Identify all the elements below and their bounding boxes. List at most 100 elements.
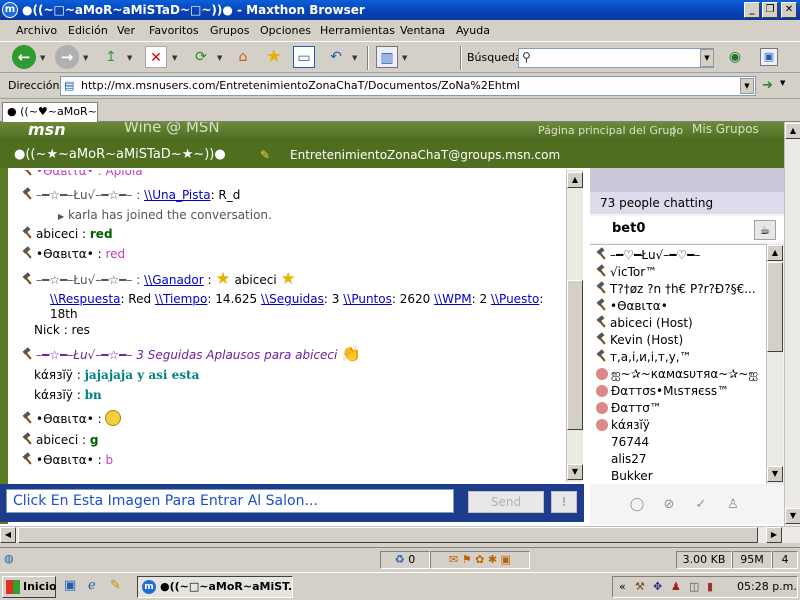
winner-link[interactable]: \\Ganador (144, 273, 204, 287)
scroll-up-icon[interactable]: ▲ (567, 172, 583, 188)
clock[interactable]: 05:28 p.m. (737, 577, 797, 597)
send-button[interactable]: Send (468, 491, 544, 513)
minimize-button[interactable]: _ (744, 2, 760, 18)
menu-herramientas[interactable]: Herramientas (320, 20, 395, 41)
user-list-item[interactable]: т,а,і,и,і,т,у,™ (596, 349, 764, 366)
scroll-down-icon[interactable]: ▼ (567, 464, 583, 480)
user-list-item[interactable]: kάязĭÿ (596, 417, 764, 434)
user-list-item[interactable]: √icTor™ (596, 264, 764, 281)
menu-favoritos[interactable]: Favoritos (149, 20, 199, 41)
shield-icon[interactable]: ▮ (707, 577, 713, 597)
user-list-item[interactable]: Bukker (596, 468, 764, 484)
address-go-icon[interactable]: ➜ (762, 78, 773, 93)
tray-expand-icon[interactable]: « (619, 577, 626, 597)
menu-grupos[interactable]: Grupos (210, 20, 249, 41)
scroll-thumb[interactable] (767, 262, 783, 352)
person-icon[interactable]: ♙ (724, 496, 742, 514)
scroll-up-icon[interactable]: ▲ (767, 245, 783, 261)
up-dropdown-icon[interactable]: ▼ (127, 54, 132, 62)
messenger-icon[interactable]: ♟ (671, 577, 681, 597)
my-groups-link[interactable]: Mis Grupos (692, 122, 759, 136)
scroll-down-icon[interactable]: ▼ (767, 466, 783, 482)
time-link[interactable]: \\Tiempo (155, 292, 207, 306)
scroll-thumb[interactable] (18, 527, 758, 543)
user-list-item[interactable]: Kevin (Host) (596, 332, 764, 349)
scroll-down-icon[interactable]: ▼ (785, 508, 800, 524)
search-dropdown-icon[interactable]: ▼ (700, 49, 714, 67)
show-desktop-icon[interactable]: ▣ (64, 578, 76, 593)
tools-dropdown-icon[interactable]: ▼ (402, 54, 407, 62)
go-dropdown-icon[interactable]: ▼ (780, 79, 785, 87)
user-list-item[interactable]: T?†øz ?n †h€ P?r?Ð?§€... (596, 281, 764, 298)
user-list-item[interactable]: abiceci (Host) (596, 315, 764, 332)
tab-amor-amistad[interactable]: ● ((~♥~aMoR~a... (2, 102, 98, 122)
hint-link[interactable]: \\Una_Pista (144, 188, 210, 202)
user-list-item[interactable]: 76744 (596, 434, 764, 451)
maximize-button[interactable]: ❐ (762, 2, 778, 18)
group-email[interactable]: EntretenimientoZonaChaT@groups.msn.com (290, 142, 560, 168)
start-button[interactable]: Inicio (2, 576, 57, 598)
menu-archivo[interactable]: Archivo (16, 20, 57, 41)
refresh-icon[interactable]: ⟳ (190, 46, 212, 68)
close-button[interactable]: ✕ (781, 2, 797, 18)
user-list-item[interactable]: alis27 (596, 451, 764, 468)
group-home-link[interactable]: Página principal del Grupo (538, 124, 683, 137)
menu-ver[interactable]: Ver (117, 20, 135, 41)
address-dropdown-icon[interactable]: ▼ (740, 78, 754, 94)
back-dropdown-icon[interactable]: ▼ (40, 54, 45, 62)
menu-edicion[interactable]: Edición (68, 20, 108, 41)
favorites-star-icon[interactable]: ★ (263, 46, 285, 68)
ie-icon[interactable]: ℯ (88, 578, 96, 593)
forward-icon[interactable]: → (55, 45, 79, 69)
chat-scrollbar[interactable]: ▲ ▼ (566, 170, 583, 482)
page-horizontal-scrollbar[interactable]: ◀ ▶ (0, 526, 800, 543)
rank-link[interactable]: \\Puesto (491, 292, 539, 306)
user-name: Ðαттσ™ (611, 401, 662, 415)
alert-button[interactable]: ! (551, 491, 577, 513)
block-icon[interactable]: ⊘ (660, 496, 678, 514)
user-list-item[interactable]: Ðαттσѕ•Mιѕтяєѕѕ™ (596, 383, 764, 400)
search-input[interactable] (518, 48, 714, 68)
undo-dropdown-icon[interactable]: ▼ (352, 54, 357, 62)
stop-dropdown-icon[interactable]: ▼ (172, 54, 177, 62)
address-input[interactable]: http://mx.msnusers.com/EntretenimientoZo… (60, 76, 756, 96)
scroll-up-icon[interactable]: ▲ (785, 123, 800, 139)
user-list-item[interactable]: –━♡━Łu√–━♡━– (596, 247, 764, 264)
scroll-thumb[interactable] (567, 280, 583, 430)
network-icon[interactable]: ✥ (653, 577, 662, 597)
page-vertical-scrollbar[interactable]: ▲ ▼ (784, 122, 800, 526)
user-list-item[interactable]: •ϴαвιτα• (596, 298, 764, 315)
menu-opciones[interactable]: Opciones (260, 20, 311, 41)
up-folder-icon[interactable]: ↥ (100, 46, 122, 68)
scroll-left-icon[interactable]: ◀ (0, 527, 16, 543)
cup-icon[interactable]: ☕ (754, 220, 776, 240)
user-list-item[interactable]: ஐ~✰~кαмαѕυтяα~✰~ஐ (596, 366, 764, 383)
volume-icon[interactable]: ◫ (689, 577, 699, 597)
quick-launch-icon[interactable]: ✎ (110, 578, 121, 593)
forward-dropdown-icon[interactable]: ▼ (83, 54, 88, 62)
speech-bubble-icon[interactable]: ◯ (628, 496, 646, 514)
menu-ayuda[interactable]: Ayuda (456, 20, 490, 41)
message-input[interactable]: Click En Esta Imagen Para Entrar Al Salo… (6, 489, 454, 513)
wpm-link[interactable]: \\WPM (434, 292, 472, 306)
streak-link[interactable]: \\Seguidas (261, 292, 324, 306)
taskbar-item-maxthon[interactable]: m ●((~□~aMoR~aMiST... (137, 576, 293, 598)
gavel-tray-icon[interactable]: ⚒ (635, 577, 645, 597)
search-go-icon[interactable]: ◉ (724, 46, 746, 68)
window-icon[interactable]: ▭ (293, 46, 315, 68)
tools-icon[interactable]: ▥ (376, 46, 398, 68)
scroll-right-icon[interactable]: ▶ (766, 527, 782, 543)
panel-icon[interactable]: ▣ (760, 48, 778, 66)
undo-icon[interactable]: ↶ (325, 46, 347, 68)
refresh-dropdown-icon[interactable]: ▼ (217, 54, 222, 62)
user-list-scrollbar[interactable]: ▲ ▼ (766, 244, 783, 484)
check-icon[interactable]: ✓ (692, 496, 710, 514)
answer-link[interactable]: \\Respuesta (50, 292, 120, 306)
stop-icon[interactable]: ✕ (145, 46, 167, 68)
user-list-item[interactable]: Ðαттσ™ (596, 400, 764, 417)
home-icon[interactable]: ⌂ (232, 46, 254, 68)
menu-ventana[interactable]: Ventana (400, 20, 445, 41)
points-link[interactable]: \\Puntos (343, 292, 392, 306)
window-titlebar[interactable]: m ●((~□~aMoR~aMiSTaD~□~))● - Maxthon Bro… (0, 0, 800, 20)
back-icon[interactable]: ← (12, 45, 36, 69)
